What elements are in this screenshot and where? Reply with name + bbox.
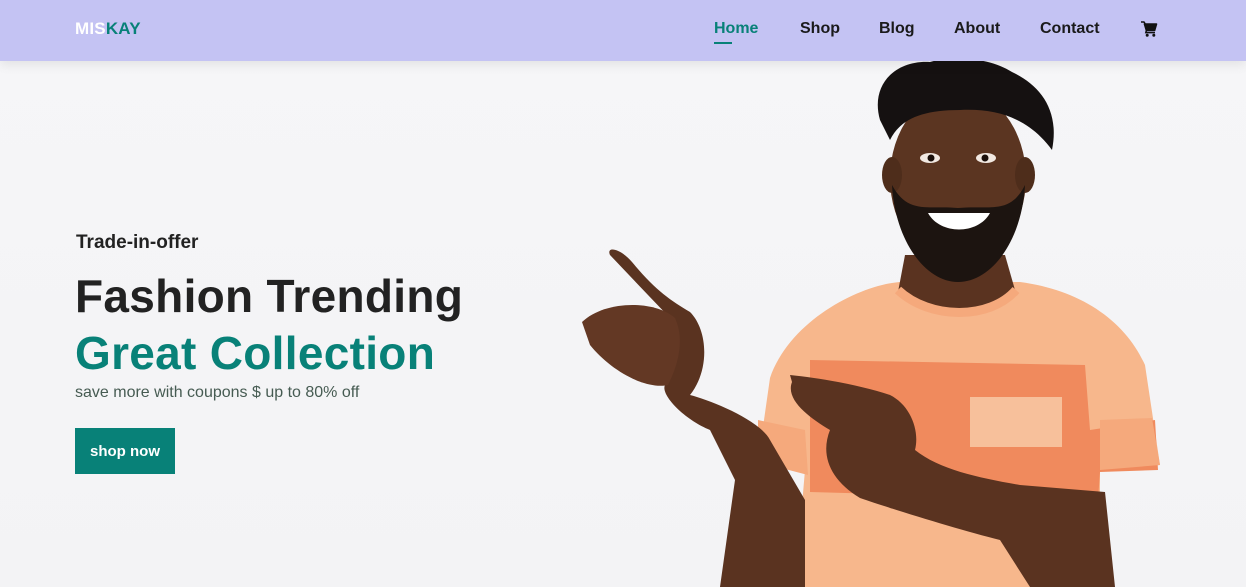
brand-logo-part2: KAY: [105, 19, 141, 38]
cart-icon[interactable]: [1140, 20, 1158, 38]
hero-eyebrow: Trade-in-offer: [76, 232, 199, 253]
hero-model-image: [582, 58, 1160, 587]
nav-item-about[interactable]: About: [954, 20, 1000, 38]
hero-headline-accent: Great Collection: [75, 327, 436, 379]
brand-logo-part1: MIS: [75, 19, 106, 38]
left-fist: [582, 304, 680, 386]
page: MISKAY Home Shop Blog About Contact Trad…: [0, 0, 1246, 587]
hero-subtext: save more with coupons $ up to 80% off: [75, 384, 360, 401]
shirt-pocket: [970, 397, 1062, 447]
nav-item-shop[interactable]: Shop: [800, 20, 840, 38]
left-pupil: [927, 154, 935, 162]
navbar: MISKAY Home Shop Blog About Contact: [0, 0, 1246, 61]
nav-item-blog[interactable]: Blog: [879, 20, 915, 38]
brand-logo[interactable]: MISKAY: [75, 19, 141, 39]
nav-item-home[interactable]: Home: [714, 20, 758, 44]
cart-icon-graphic: [1141, 21, 1158, 37]
nav-item-contact[interactable]: Contact: [1040, 20, 1100, 38]
shop-now-button[interactable]: shop now: [75, 428, 175, 474]
left-ear: [882, 157, 902, 193]
hero-text-block: Trade-in-offer Fashion Trending Great Co…: [75, 232, 463, 402]
right-sleeve-cuff: [1100, 418, 1160, 470]
right-ear: [1015, 157, 1035, 193]
hero-headline: Fashion Trending: [75, 270, 464, 322]
right-pupil: [981, 154, 989, 162]
